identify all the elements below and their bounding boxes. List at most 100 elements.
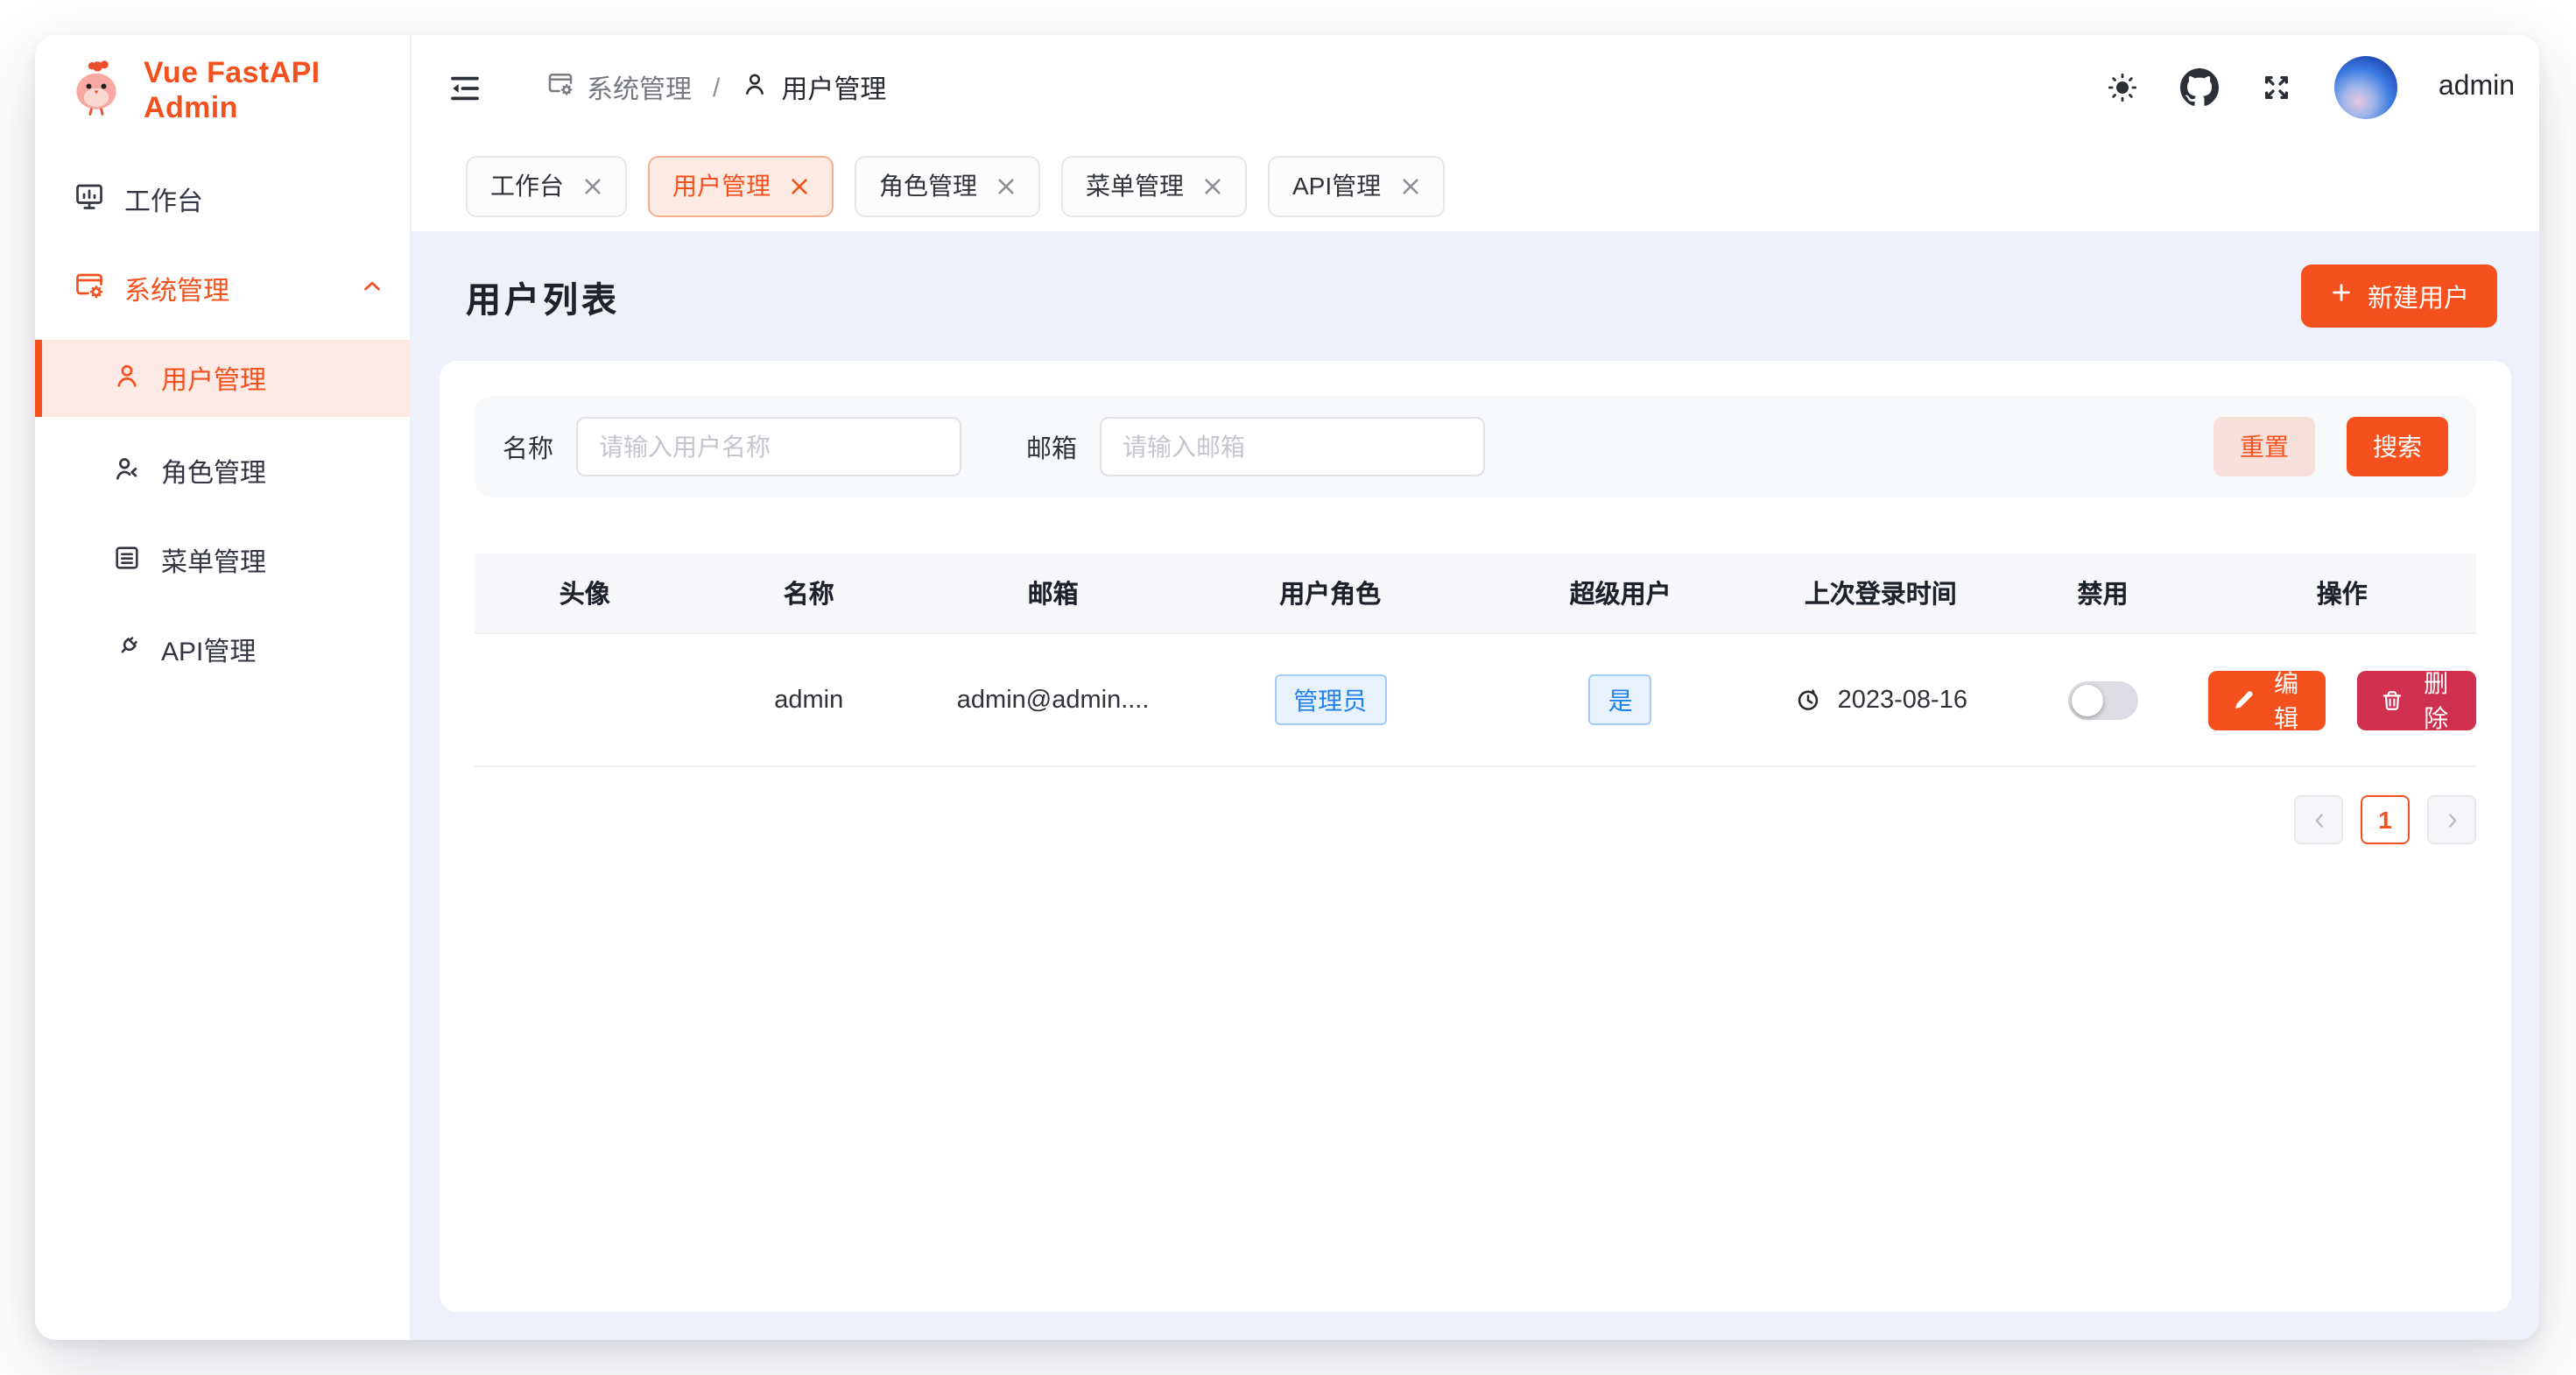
delete-button[interactable]: 删除 <box>2358 670 2476 730</box>
toggle-knob <box>2072 684 2103 716</box>
breadcrumb-label: 用户管理 <box>781 69 886 106</box>
page-header: 用户列表 新建用户 <box>440 252 2511 340</box>
trash-icon <box>2381 688 2405 712</box>
app-stage: Vue FastAPI Admin 工作台 <box>0 0 2576 1375</box>
table-row: admin admin@admin.... 管理员 是 <box>475 634 2476 767</box>
tab-label: 用户管理 <box>672 168 771 203</box>
close-icon[interactable] <box>583 176 602 195</box>
table-header-row: 头像 名称 邮箱 用户角色 超级用户 上次登录时间 禁用 操作 <box>475 554 2476 634</box>
active-indicator-bar <box>35 340 42 417</box>
close-icon[interactable] <box>996 176 1016 195</box>
tab-label: 角色管理 <box>879 168 977 203</box>
superuser-tag: 是 <box>1589 674 1652 725</box>
pagination-prev-button[interactable] <box>2294 795 2343 844</box>
clock-history-icon <box>1794 685 1824 715</box>
sidebar-item-label: 系统管理 <box>124 271 229 307</box>
tab-label: API管理 <box>1292 168 1381 203</box>
close-icon[interactable] <box>1203 176 1222 195</box>
user-icon <box>741 70 769 105</box>
email-filter-group: 邮箱 <box>1026 417 1485 476</box>
pagination-next-button[interactable] <box>2427 795 2476 844</box>
tab-user-management[interactable]: 用户管理 <box>648 155 834 216</box>
sidebar-menu: 工作台 系统管理 <box>35 147 410 701</box>
tab-role-management[interactable]: 角色管理 <box>855 155 1040 216</box>
brand-title: Vue FastAPI Admin <box>144 56 410 126</box>
brand[interactable]: Vue FastAPI Admin <box>35 35 410 147</box>
tab-bar: 工作台 用户管理 角色管理 <box>412 140 2539 231</box>
pagination: 1 <box>475 795 2476 844</box>
users-table: 头像 名称 邮箱 用户角色 超级用户 上次登录时间 禁用 操作 admin <box>475 554 2476 767</box>
col-last-login: 上次登录时间 <box>1763 575 1997 611</box>
sidebar-item-label: API管理 <box>161 631 256 668</box>
sidebar-item-user-management[interactable]: 用户管理 <box>35 340 410 417</box>
fullscreen-icon[interactable] <box>2260 70 2295 105</box>
cell-last-login: 2023-08-16 <box>1763 685 1997 715</box>
pencil-icon <box>2231 688 2256 712</box>
sidebar-item-menu-management[interactable]: 菜单管理 <box>35 522 410 599</box>
sidebar-item-system[interactable]: 系统管理 <box>35 250 410 328</box>
breadcrumb-item-system[interactable]: 系统管理 <box>546 69 692 106</box>
email-filter-input[interactable] <box>1100 417 1485 476</box>
col-name: 名称 <box>694 575 923 611</box>
sidebar: Vue FastAPI Admin 工作台 <box>35 35 412 1340</box>
reset-button[interactable]: 重置 <box>2214 417 2315 476</box>
menu-list-icon <box>112 542 142 579</box>
sidebar-item-label: 角色管理 <box>161 453 266 490</box>
chevron-up-icon <box>359 272 385 306</box>
disabled-toggle[interactable] <box>2068 680 2138 719</box>
system-window-gear-icon <box>74 270 105 308</box>
user-avatar[interactable] <box>2335 56 2398 119</box>
cell-name: admin <box>694 686 923 714</box>
tab-workbench[interactable]: 工作台 <box>466 155 627 216</box>
col-actions: 操作 <box>2208 575 2476 611</box>
name-filter-input[interactable] <box>576 417 961 476</box>
pagination-page-1[interactable]: 1 <box>2361 795 2410 844</box>
name-filter-label: 名称 <box>503 428 553 465</box>
content-area: 用户列表 新建用户 名称 邮箱 <box>412 231 2539 1340</box>
theme-sun-icon[interactable] <box>2106 70 2141 105</box>
tab-label: 工作台 <box>490 168 564 203</box>
email-filter-label: 邮箱 <box>1026 428 1077 465</box>
edit-button[interactable]: 编辑 <box>2208 670 2326 730</box>
chick-logo-icon <box>67 57 126 125</box>
create-user-label: 新建用户 <box>2368 278 2469 314</box>
cell-role: 管理员 <box>1183 674 1477 725</box>
cell-email: admin@admin.... <box>923 686 1183 714</box>
sidebar-item-workbench[interactable]: 工作台 <box>35 161 410 238</box>
col-avatar: 头像 <box>475 575 694 611</box>
sidebar-item-label: 工作台 <box>124 181 203 218</box>
sidebar-item-api-management[interactable]: API管理 <box>35 611 410 688</box>
role-tag: 管理员 <box>1274 674 1386 725</box>
cell-actions: 编辑 <box>2208 670 2476 730</box>
page-title: 用户列表 <box>466 271 620 321</box>
breadcrumb-separator: / <box>713 73 720 102</box>
header: 系统管理 / 用户管理 <box>412 35 2539 140</box>
role-user-icon <box>112 453 142 490</box>
user-icon <box>112 360 142 397</box>
username[interactable]: admin <box>2439 72 2515 103</box>
close-icon[interactable] <box>790 176 809 195</box>
app-window: Vue FastAPI Admin 工作台 <box>35 35 2539 1340</box>
breadcrumb: 系统管理 / 用户管理 <box>546 69 886 106</box>
cell-superuser: 是 <box>1477 674 1763 725</box>
close-icon[interactable] <box>1400 176 1419 195</box>
sidebar-item-label: 菜单管理 <box>161 542 266 579</box>
menu-fold-icon[interactable] <box>447 69 483 106</box>
api-plug-icon <box>112 631 142 668</box>
col-role: 用户角色 <box>1183 575 1477 611</box>
github-icon[interactable] <box>2181 68 2220 107</box>
main-area: 系统管理 / 用户管理 <box>412 35 2539 1340</box>
cell-disabled <box>1998 680 2208 719</box>
search-button[interactable]: 搜索 <box>2347 417 2448 476</box>
col-superuser: 超级用户 <box>1477 575 1763 611</box>
tab-menu-management[interactable]: 菜单管理 <box>1061 155 1247 216</box>
breadcrumb-label: 系统管理 <box>587 69 692 106</box>
tab-api-management[interactable]: API管理 <box>1268 155 1444 216</box>
user-list-card: 名称 邮箱 重置 搜索 头像 <box>440 361 2511 1312</box>
sidebar-item-role-management[interactable]: 角色管理 <box>35 433 410 510</box>
create-user-button[interactable]: 新建用户 <box>2301 264 2497 328</box>
delete-label: 删除 <box>2419 665 2453 735</box>
system-window-gear-icon <box>546 70 574 105</box>
breadcrumb-item-users[interactable]: 用户管理 <box>741 69 886 106</box>
header-actions: admin <box>2106 56 2515 119</box>
